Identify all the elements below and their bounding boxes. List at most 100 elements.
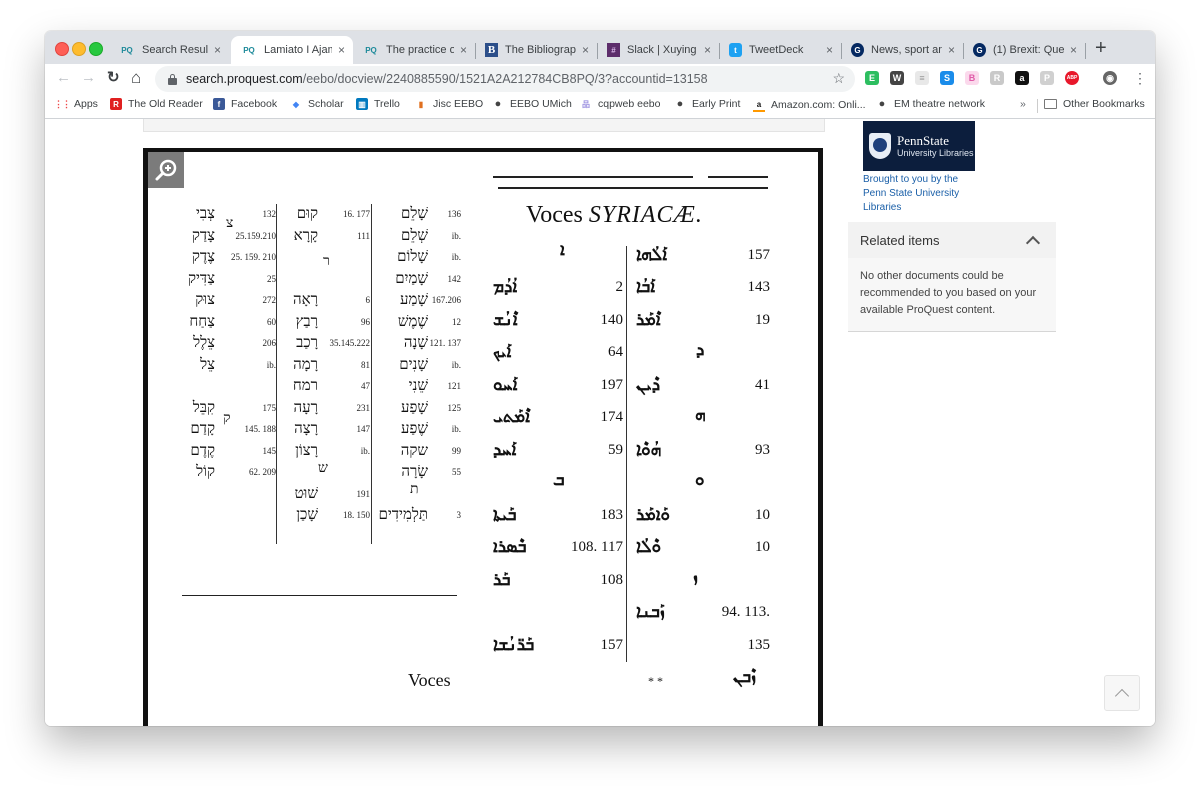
syriac-word: ܘܶܠܳܐ xyxy=(636,537,662,558)
page-reference: 135 xyxy=(747,636,771,653)
bookmark-label: EM theatre network xyxy=(894,98,986,110)
close-tab-icon[interactable]: × xyxy=(1070,43,1077,57)
facebook-icon: f xyxy=(213,98,225,110)
tab-bibliographical[interactable]: B The Bibliograph × xyxy=(475,36,597,64)
bookmark-apps[interactable]: ⋮⋮ Apps xyxy=(54,98,98,110)
related-items-header[interactable]: Related items xyxy=(848,222,1056,258)
url-host: search.proquest.com xyxy=(186,72,303,86)
syriac-word: ܕܶܝܢ xyxy=(636,374,661,395)
tab-title: TweetDeck xyxy=(749,44,804,56)
close-tab-icon[interactable]: × xyxy=(826,43,833,57)
logo-subtitle: University Libraries xyxy=(897,147,974,158)
bookmark-eebo-umich[interactable]: ● EEBO UMich xyxy=(492,98,572,110)
tab-separator xyxy=(1085,43,1086,59)
tab-lamiato[interactable]: PQ Lamiato I Ajam, × xyxy=(231,36,353,64)
person-extension-icon[interactable]: P xyxy=(1040,71,1054,85)
bookmark-jisc-eebo[interactable]: ▮ Jisc EEBO xyxy=(415,98,483,110)
forward-button[interactable]: → xyxy=(81,68,96,88)
bookmark-label: Apps xyxy=(74,98,98,110)
alphabet-section-letter: ܘ xyxy=(695,469,705,490)
bookmark-scholar[interactable]: ◆ Scholar xyxy=(290,98,344,110)
adblock-plus-icon[interactable]: ABP xyxy=(1065,71,1079,85)
amazon-icon: a xyxy=(753,98,765,112)
tab-tweetdeck[interactable]: t TweetDeck × xyxy=(719,36,841,64)
minimize-window-button[interactable] xyxy=(72,42,86,56)
close-tab-icon[interactable]: × xyxy=(460,43,467,57)
tab-search-results[interactable]: PQ Search Results × xyxy=(109,36,229,64)
alphabet-section-letter: ܙ xyxy=(693,567,698,587)
tab-guardian-brexit[interactable]: G (1) Brexit: Quee × xyxy=(963,36,1085,64)
address-bar[interactable]: search.proquest.com/eebo/docview/2240885… xyxy=(155,66,855,92)
evernote-icon[interactable]: E xyxy=(865,71,879,85)
back-button[interactable]: ← xyxy=(56,68,71,88)
tab-slack[interactable]: # Slack | Xuying × xyxy=(597,36,719,64)
document-icon[interactable]: ≡ xyxy=(915,71,929,85)
close-tab-icon[interactable]: × xyxy=(582,43,589,57)
page-content: צְבִי 132 צָדַק 25.159.210 צֶדֶק 25. 159. 210… xyxy=(45,119,1155,726)
maximize-window-button[interactable] xyxy=(89,42,103,56)
b-extension-icon[interactable]: B xyxy=(965,71,979,85)
home-button[interactable]: ⌂ xyxy=(131,68,141,88)
reload-button[interactable]: ↻ xyxy=(107,68,120,88)
bookmark-label: Amazon.com: Onli... xyxy=(771,99,866,111)
syriac-word: ܙܰܒܢܐ xyxy=(636,602,665,623)
bookmark-trello[interactable]: ▥ Trello xyxy=(356,98,400,110)
tab-guardian-news[interactable]: G News, sport and × xyxy=(841,36,963,64)
close-tab-icon[interactable]: × xyxy=(704,43,711,57)
tab-title: Slack | Xuying xyxy=(627,44,697,56)
chevron-up-icon xyxy=(1114,688,1130,704)
chevron-up-icon[interactable] xyxy=(1025,235,1041,250)
tab-practice[interactable]: PQ The practice of × xyxy=(353,36,475,64)
lock-icon xyxy=(168,74,177,85)
close-tab-icon[interactable]: × xyxy=(338,43,345,57)
translate-extension-icon[interactable]: R xyxy=(990,71,1004,85)
bookmark-label: cqpweb eebo xyxy=(598,98,661,110)
page-reference: 19 xyxy=(755,311,770,328)
bookmark-star-icon[interactable]: ☆ xyxy=(832,70,845,87)
syriac-word: ܙܶܒܢ xyxy=(733,667,757,688)
close-window-button[interactable] xyxy=(55,42,69,56)
syriac-word: ܐܳܕܳܡ xyxy=(493,277,518,298)
other-bookmarks[interactable]: Other Bookmarks xyxy=(1044,98,1145,110)
bookmark-em-theatre[interactable]: ● EM theatre network xyxy=(876,98,985,110)
bookmarks-separator xyxy=(1037,99,1038,113)
bookmarks-bar: ⋮⋮ Apps R The Old Reader f Facebook ◆ Sc… xyxy=(45,94,1155,119)
proquest-icon: PQ xyxy=(243,45,255,55)
bookmark-cqpweb[interactable]: 品 cqpweb eebo xyxy=(580,98,660,110)
document-page-image: צְבִי 132 צָדַק 25.159.210 צֶדֶק 25. 159. 210… xyxy=(143,148,823,726)
browser-menu-button[interactable]: ⋮ xyxy=(1133,68,1147,88)
syriac-word: ܒܰܝܬܐ xyxy=(493,504,517,525)
s-extension-icon[interactable]: S xyxy=(940,71,954,85)
lock-extension-icon[interactable]: a xyxy=(1015,71,1029,85)
new-tab-button[interactable]: + xyxy=(1095,38,1107,58)
brought-to-you-link[interactable]: Brought to you by the Penn State Univers… xyxy=(863,173,973,215)
back-to-top-button[interactable] xyxy=(1104,675,1140,711)
old-reader-icon: R xyxy=(110,98,122,110)
page-reference: 10 xyxy=(755,506,770,523)
bookmark-label: Scholar xyxy=(308,98,344,110)
bookmark-amazon[interactable]: a Amazon.com: Onli... xyxy=(753,98,866,112)
trello-icon: ▥ xyxy=(356,98,368,110)
apps-grid-icon: ⋮⋮ xyxy=(54,98,71,109)
close-tab-icon[interactable]: × xyxy=(948,43,955,57)
folder-icon xyxy=(1044,99,1057,109)
bookmark-label: Other Bookmarks xyxy=(1063,98,1145,110)
bookmark-early-print[interactable]: ● Early Print xyxy=(674,98,741,110)
page-reference: 59 xyxy=(608,441,623,458)
bookmark-facebook[interactable]: f Facebook xyxy=(213,98,277,110)
bookmarks-overflow-button[interactable]: » xyxy=(1020,98,1026,110)
wikipedia-icon[interactable]: W xyxy=(890,71,904,85)
syriac-word: ܒܰܪ xyxy=(493,569,511,590)
page-reference: 157 xyxy=(747,246,771,263)
tab-title: (1) Brexit: Quee xyxy=(993,44,1064,56)
close-tab-icon[interactable]: × xyxy=(214,43,221,57)
profile-avatar-icon[interactable]: ◉ xyxy=(1103,71,1117,85)
bookmark-old-reader[interactable]: R The Old Reader xyxy=(110,98,203,110)
page-reference: 140 xyxy=(600,311,624,328)
alphabet-section-letter: ܗ xyxy=(695,404,706,425)
bookmark-label: Trello xyxy=(374,98,400,110)
alphabet-section-letter: ܕ xyxy=(696,339,705,360)
scholar-icon: ◆ xyxy=(292,99,300,109)
page-reference: 64 xyxy=(608,344,623,361)
tab-title: News, sport and xyxy=(871,44,942,56)
